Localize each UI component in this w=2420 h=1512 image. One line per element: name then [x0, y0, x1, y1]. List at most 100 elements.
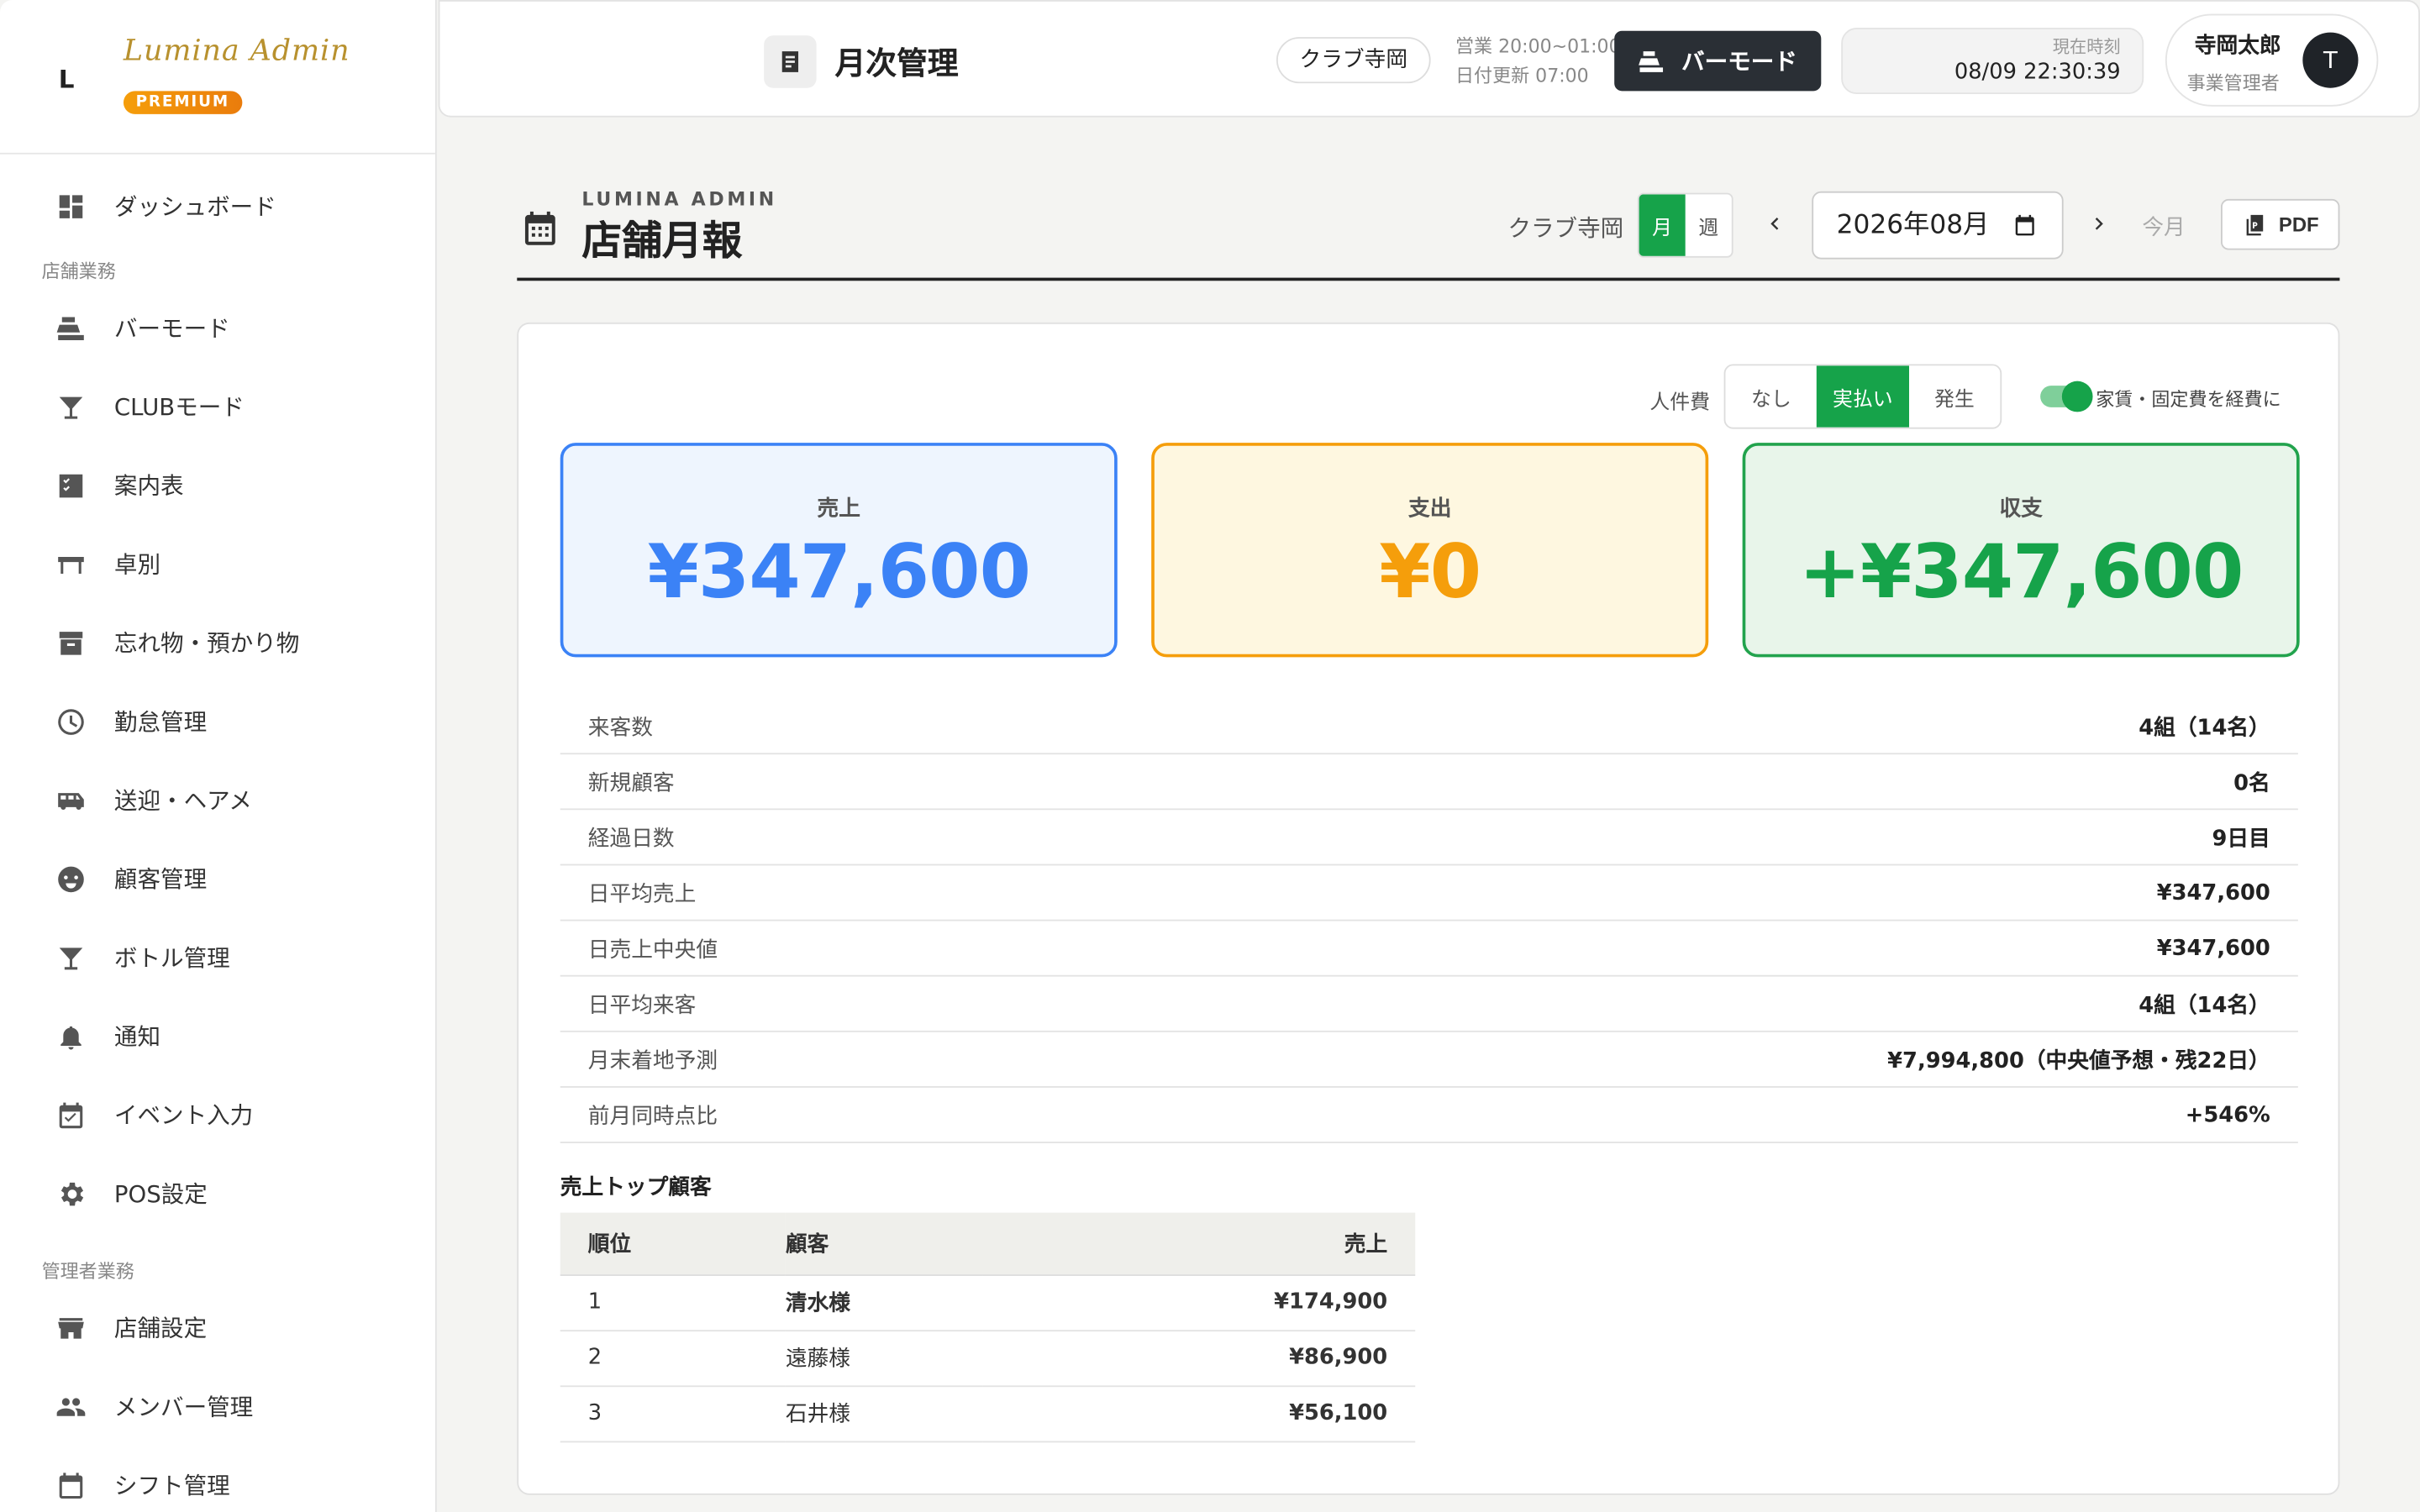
dashboard-icon: [55, 191, 87, 222]
stat-value: ¥7,994,800（中央値予想・残22日）: [1887, 1048, 2270, 1074]
register-icon: [55, 312, 87, 344]
bar-mode-button[interactable]: バーモード: [1614, 30, 1822, 92]
labor-cost-toggle: なし 実払い 発生: [1723, 364, 2002, 429]
stat-row: 前月同時点比 +546%: [560, 1088, 2298, 1143]
face-icon: [55, 864, 87, 895]
sidebar-item-label: CLUBモード: [113, 393, 245, 422]
table-header-row: 順位 顧客 売上: [560, 1212, 1416, 1276]
sidebar-item-members[interactable]: メンバー管理: [0, 1367, 435, 1446]
sidebar-item-label: 勤怠管理: [113, 708, 208, 737]
sidebar-item-club-mode[interactable]: CLUBモード: [0, 367, 435, 446]
mode-week-button[interactable]: 週: [1686, 194, 1732, 255]
store-pill[interactable]: クラブ寺岡: [1276, 37, 1431, 84]
sidebar-item-label: 顧客管理: [113, 865, 208, 894]
hours-text: 営業 20:00~01:00: [1455, 35, 1621, 57]
stat-key: 月末着地予測: [587, 1048, 718, 1074]
store-icon: [55, 1312, 87, 1343]
stat-row: 来客数 4組（14名）: [560, 699, 2298, 755]
this-month-button[interactable]: 今月: [2142, 212, 2185, 243]
stat-value: ¥347,600: [2156, 879, 2270, 906]
clock-value: 08/09 22:30:39: [1954, 60, 2121, 86]
sidebar-item-label: バーモード: [113, 314, 230, 343]
column-header-customer: 顧客: [785, 1212, 984, 1276]
table-row[interactable]: 3 石井様 ¥56,100: [560, 1385, 1416, 1442]
next-month-button[interactable]: [2085, 205, 2112, 242]
nav-section-store: 店舗業務: [41, 260, 116, 283]
user-role: 事業管理者: [2186, 72, 2280, 95]
clock-icon: [55, 706, 87, 737]
sidebar-item-label: 忘れ物・預かり物: [113, 629, 300, 658]
sidebar-item-lost-items[interactable]: 忘れ物・預かり物: [0, 603, 435, 682]
table-row[interactable]: 1 清水様 ¥174,900: [560, 1274, 1416, 1331]
stat-row: 日平均売上 ¥347,600: [560, 865, 2298, 921]
date-change-text: 日付更新 07:00: [1455, 65, 1589, 87]
stat-value: +546%: [2185, 1102, 2270, 1127]
kpi-expense: 支出 ¥0: [1151, 443, 1709, 658]
brand: L Lumina Admin PREMIUM: [0, 0, 435, 155]
sidebar-item-shifts[interactable]: シフト管理: [0, 1446, 435, 1512]
sidebar-item-notifications[interactable]: 通知: [0, 997, 435, 1076]
sidebar-item-label: メンバー管理: [113, 1393, 254, 1421]
sidebar-item-label: ダッシュボード: [113, 192, 276, 221]
mode-month-button[interactable]: 月: [1639, 194, 1686, 256]
rank-cell: 2: [560, 1330, 786, 1387]
sales-cell: ¥174,900: [983, 1274, 1416, 1331]
sidebar-item-label: イベント入力: [113, 1101, 254, 1130]
sidebar-item-bar-mode[interactable]: バーモード: [0, 288, 435, 367]
table-row[interactable]: 2 遠藤様 ¥86,900: [560, 1330, 1416, 1387]
sidebar-item-guide[interactable]: 案内表: [0, 446, 435, 525]
sidebar-item-table[interactable]: 卓別: [0, 524, 435, 603]
user-name: 寺岡太郎: [2194, 34, 2281, 59]
sidebar-item-label: 通知: [113, 1022, 161, 1051]
calendar-icon[interactable]: [2012, 213, 2037, 237]
month-input[interactable]: 2026年08月: [1812, 191, 2064, 260]
sidebar-item-store-settings[interactable]: 店舗設定: [0, 1289, 435, 1368]
sidebar-item-transport[interactable]: 送迎・ヘアメ: [0, 760, 435, 839]
cocktail-icon: [55, 391, 87, 423]
page-header: LUMINA ADMIN 店舗月報 クラブ寺岡 月 週 2026年08月 今月 …: [517, 179, 2340, 281]
sidebar-item-attendance[interactable]: 勤怠管理: [0, 682, 435, 761]
stat-row: 経過日数 9日目: [560, 810, 2298, 866]
page-subtitle: LUMINA ADMIN: [581, 188, 777, 210]
sidebar-item-label: ボトル管理: [113, 944, 230, 973]
sidebar-item-customers[interactable]: 顧客管理: [0, 839, 435, 918]
sidebar-item-pos-settings[interactable]: POS設定: [0, 1154, 435, 1233]
sidebar-item-label: 送迎・ヘアメ: [113, 786, 252, 815]
header-title: 月次管理: [834, 45, 959, 82]
column-header-rank: 順位: [560, 1212, 786, 1276]
document-icon: [764, 35, 817, 88]
top-header: 月次管理 クラブ寺岡 営業 20:00~01:00 日付更新 07:00 バーモ…: [438, 0, 2420, 118]
column-header-sales: 売上: [983, 1212, 1416, 1276]
stat-row: 日売上中央値 ¥347,600: [560, 921, 2298, 977]
sidebar-item-dashboard[interactable]: ダッシュボード: [0, 166, 435, 245]
pdf-button[interactable]: PDF: [2221, 198, 2340, 250]
cocktail-icon: [55, 942, 87, 973]
user-menu[interactable]: 寺岡太郎 事業管理者 T: [2165, 13, 2379, 107]
stat-key: 日平均売上: [587, 881, 697, 907]
kpi-sales: 売上 ¥347,600: [560, 443, 1118, 658]
brand-name: Lumina Admin: [123, 34, 350, 68]
calendar-icon: [55, 1469, 87, 1500]
nav-section-admin: 管理者業務: [41, 1260, 134, 1283]
rank-cell: 3: [560, 1385, 786, 1442]
sidebar-item-bottles[interactable]: ボトル管理: [0, 918, 435, 997]
brand-logo[interactable]: L: [59, 65, 75, 94]
labor-option-none[interactable]: なし: [1725, 365, 1817, 427]
labor-option-accrued[interactable]: 発生: [1908, 365, 2000, 427]
fixed-cost-toggle[interactable]: [2040, 381, 2093, 412]
table-icon: [55, 549, 87, 580]
labor-option-actual[interactable]: 実払い: [1817, 365, 1909, 428]
prev-month-button[interactable]: [1761, 205, 1789, 242]
stat-row: 月末着地予測 ¥7,994,800（中央値予想・残22日）: [560, 1032, 2298, 1088]
stat-key: 来客数: [587, 715, 653, 740]
period-mode-toggle: 月 週: [1637, 192, 1733, 258]
sales-cell: ¥56,100: [983, 1385, 1416, 1442]
avatar[interactable]: T: [2302, 32, 2359, 88]
stat-value: 4組（14名）: [2139, 715, 2270, 740]
month-value: 2026年08月: [1836, 209, 1990, 241]
sidebar-item-events[interactable]: イベント入力: [0, 1075, 435, 1154]
chevron-left-icon: [1770, 217, 1779, 230]
sidebar: L Lumina Admin PREMIUM ダッシュボード 店舗業務 バーモー…: [0, 0, 437, 1512]
calendar-check-icon: [55, 1100, 87, 1131]
sidebar-item-label: 店舗設定: [113, 1314, 208, 1342]
